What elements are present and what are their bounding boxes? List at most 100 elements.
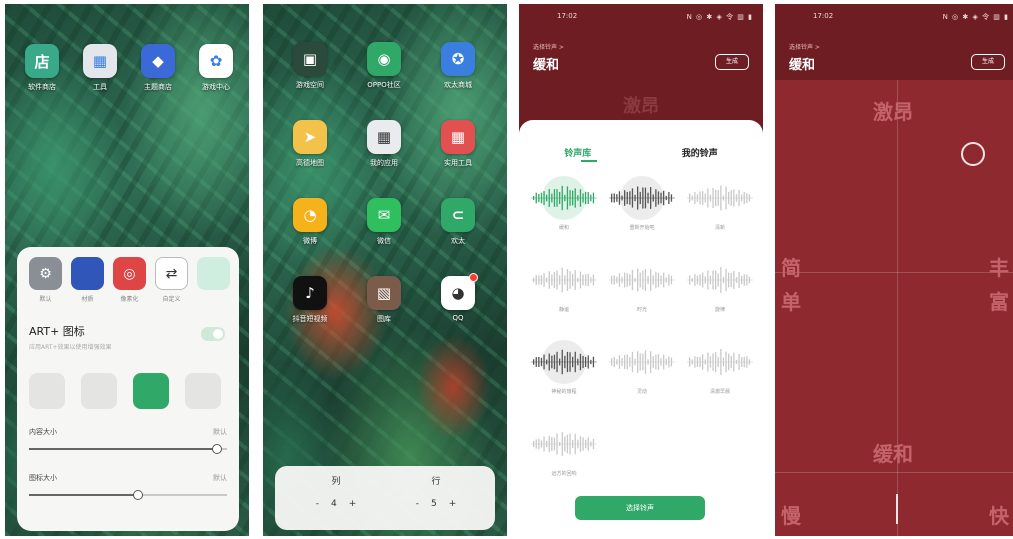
- mood-bottom-word: 缓和: [873, 442, 913, 466]
- slider-knob[interactable]: [212, 444, 223, 454]
- icon-style-option[interactable]: ◎ 像素化: [113, 257, 146, 315]
- app-icon[interactable]: ▧ 图库: [359, 276, 409, 324]
- app-icon[interactable]: ▦ 实用工具: [433, 120, 483, 168]
- app-glyph-icon: ✉: [367, 198, 401, 232]
- app-icon[interactable]: ▦ 工具: [75, 44, 125, 92]
- increase-button[interactable]: +: [349, 499, 357, 509]
- app-icon[interactable]: ◔ 微博: [285, 198, 335, 246]
- breadcrumb[interactable]: 选择铃声 >: [533, 42, 564, 51]
- app-glyph-icon: ▦: [441, 120, 475, 154]
- app-label: 欢太商城: [444, 81, 472, 89]
- icon-size-label: 图标大小: [29, 474, 57, 482]
- icon-shape-option[interactable]: [29, 373, 65, 409]
- icon-shape-option[interactable]: [81, 373, 117, 409]
- app-label: 实用工具: [444, 159, 472, 167]
- app-glyph-icon: ◔: [293, 198, 327, 232]
- app-label: 高德地图: [296, 159, 324, 167]
- ringtone-item[interactable]: 重新开始吧: [607, 174, 677, 234]
- active-tab-indicator: [581, 160, 597, 162]
- ringtone-item[interactable]: 远方的回响: [529, 420, 599, 480]
- mood-left-word-2: 单: [781, 290, 801, 314]
- icon-shape-option-selected[interactable]: [133, 373, 169, 409]
- app-label: 软件商店: [28, 83, 56, 91]
- grid-size-panel: 列 - 4 + 行 - 5 +: [275, 466, 495, 530]
- ringtone-item[interactable]: 神秘的旅程: [529, 338, 599, 398]
- ringtone-label: 缓和: [558, 225, 569, 231]
- grid-columns-label: 列: [331, 477, 341, 487]
- increase-button[interactable]: +: [449, 499, 457, 509]
- ringtone-item[interactable]: 静谧: [529, 256, 599, 316]
- ringtone-item[interactable]: 时光: [607, 256, 677, 316]
- app-label: 微信: [377, 237, 391, 245]
- app-icon[interactable]: ✉ 微信: [359, 198, 409, 246]
- app-icon[interactable]: ▣ 游戏空间: [285, 42, 335, 90]
- app-glyph-icon: ▣: [293, 42, 327, 76]
- app-glyph-icon: ➤: [293, 120, 327, 154]
- app-label: 欢太: [451, 237, 465, 245]
- app-icon[interactable]: ♪ 抖音短视频: [285, 276, 335, 324]
- app-label: 游戏中心: [202, 83, 230, 91]
- app-icon[interactable]: ◉ OPPO社区: [359, 42, 409, 90]
- app-icon[interactable]: ⊂ 欢太: [433, 198, 483, 246]
- generate-button[interactable]: 生成: [971, 54, 1005, 70]
- breadcrumb[interactable]: 选择铃声 >: [789, 42, 820, 51]
- grid-rows-value: 5: [430, 499, 437, 509]
- waveform-icon: [531, 340, 597, 384]
- ringtone-label: 旋律: [714, 307, 725, 313]
- waveform-icon: [531, 267, 597, 293]
- ringtone-label: 静谧: [558, 307, 569, 313]
- icon-style-option[interactable]: [197, 257, 230, 315]
- choose-ringtone-button[interactable]: 选择铃声: [575, 496, 705, 520]
- waveform-icon: [531, 432, 597, 456]
- tab-ringtone-library[interactable]: 铃声库: [564, 146, 591, 159]
- app-icon[interactable]: ◆ 主题商店: [133, 44, 183, 92]
- mood-left-word-1: 简: [781, 256, 801, 280]
- app-icon[interactable]: 店软件商店: [17, 44, 67, 92]
- icon-style-panel: ⚙ 默认 材质 ◎ 像素化 ⇄ 自定义 ART+ 图标 应用ART+效果以使用增强效果 内容…: [17, 247, 239, 531]
- ringtone-label: 神秘的旅程: [551, 389, 577, 395]
- ringtone-item[interactable]: 缓和: [529, 174, 599, 234]
- app-icon[interactable]: ◕ QQ: [433, 273, 483, 322]
- generate-button[interactable]: 生成: [715, 54, 749, 70]
- slider-knob[interactable]: [132, 490, 143, 500]
- phone-icon-style-settings: 店软件商店 ▦ 工具 ◆ 主题商店 ✿ 游戏中心 ⚙ 默认 材质 ◎ 像素化 ⇄ 自定义 ART+ 图标…: [5, 4, 249, 536]
- ringtone-item[interactable]: 清澈早晨: [685, 338, 755, 398]
- ringtone-item[interactable]: 灵动: [607, 338, 677, 398]
- app-label: 抖音短视频: [292, 315, 328, 323]
- ringtone-item[interactable]: 清新: [685, 174, 755, 234]
- app-label: OPPO社区: [367, 81, 401, 89]
- app-glyph-icon: ◆: [141, 44, 175, 78]
- phone-home-grid: ▣ 游戏空间 ◉ OPPO社区 ✪ 欢太商城 ➤ 高德地图 ▦ 我的应用 ▦ 实用工具 ◔ 微博 ✉ 微信 ⊂ 欢…: [263, 4, 507, 536]
- app-icon[interactable]: ▦ 我的应用: [359, 120, 409, 168]
- icon-style-preview-icon: ⇄: [155, 257, 188, 290]
- ringtone-item[interactable]: 旋律: [685, 256, 755, 316]
- app-glyph-icon: ▦: [83, 44, 117, 78]
- tab-my-ringtones[interactable]: 我的铃声: [682, 146, 718, 159]
- mood-selector-handle[interactable]: [961, 142, 985, 166]
- app-glyph-icon: ⊂: [441, 198, 475, 232]
- icon-style-option[interactable]: ⇄ 自定义: [155, 257, 188, 315]
- app-icon[interactable]: ✿ 游戏中心: [191, 44, 241, 92]
- art-icon-toggle[interactable]: [201, 327, 225, 341]
- icon-style-option[interactable]: ⚙ 默认: [29, 257, 62, 315]
- app-icon[interactable]: ➤ 高德地图: [285, 120, 335, 168]
- app-icon[interactable]: ✪ 欢太商城: [433, 42, 483, 90]
- notification-badge: [469, 273, 478, 282]
- content-size-slider[interactable]: [29, 443, 227, 455]
- speed-cursor[interactable]: [896, 494, 898, 524]
- icon-size-slider[interactable]: [29, 489, 227, 501]
- ringtone-label: 重新开始吧: [629, 225, 655, 231]
- grid-rows-label: 行: [431, 477, 441, 487]
- icon-style-preview-icon: [197, 257, 230, 290]
- icon-shape-option[interactable]: [185, 373, 221, 409]
- icon-style-option[interactable]: 材质: [71, 257, 104, 315]
- art-icon-subtitle: 应用ART+效果以使用增强效果: [29, 344, 112, 351]
- icon-style-preview-icon: ◎: [113, 257, 146, 290]
- icon-shape-options: [29, 373, 227, 409]
- decrease-button[interactable]: -: [416, 499, 419, 509]
- app-glyph-icon: ✪: [441, 42, 475, 76]
- grid-column-control: 列 - 4 +: [301, 474, 371, 509]
- decrease-button[interactable]: -: [316, 499, 319, 509]
- waveform-icon: [609, 350, 675, 374]
- app-glyph-icon: ◉: [367, 42, 401, 76]
